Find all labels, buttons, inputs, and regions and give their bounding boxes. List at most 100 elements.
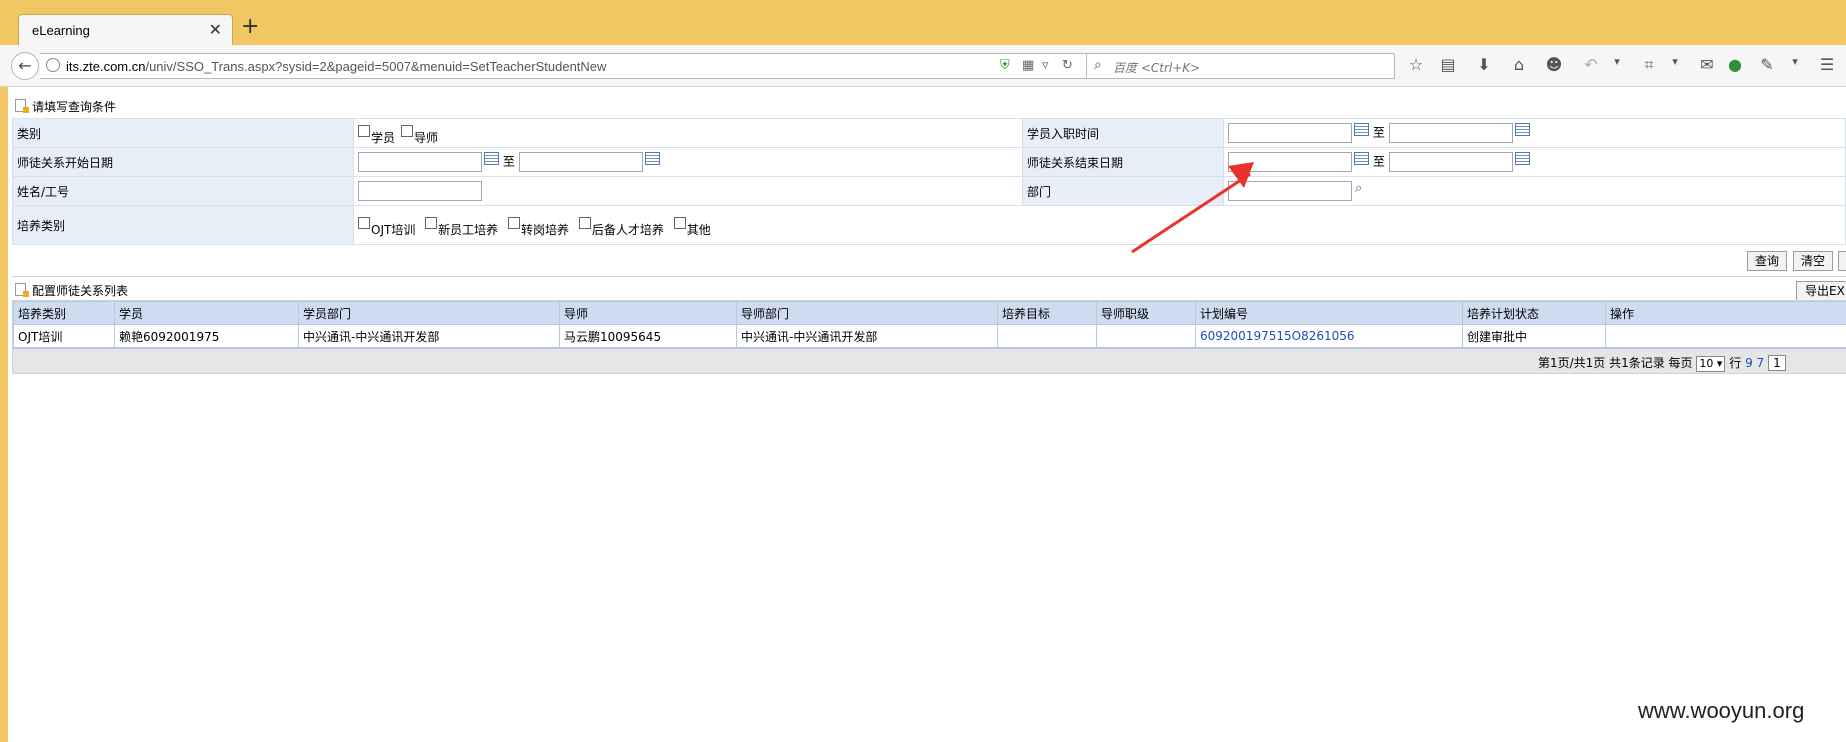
query-panel-title: 请填写查询条件 [32, 100, 117, 114]
button-bar [12, 246, 1846, 277]
to-label: 至 [1372, 125, 1385, 140]
home-icon[interactable]: ⌂ [1508, 55, 1530, 74]
join-time-to-input[interactable] [1388, 123, 1513, 143]
list-panel-title: 配置师徒关系列表 [32, 284, 129, 298]
arrow-shaft [1131, 172, 1251, 254]
crop-icon[interactable]: ⌗ [1638, 55, 1660, 75]
navigation-bar: ← its.zte.com.cn/univ/SSO_Trans.aspx?sys… [0, 45, 1846, 87]
pager-text: 第1页/共1页 共1条记录 每页 10 ▾ 行 9 7 1 [1538, 354, 1786, 372]
chevron-down-icon[interactable]: ▾ [1606, 55, 1628, 68]
query-button[interactable]: 查询 [1747, 251, 1787, 271]
checkbox-other[interactable] [673, 216, 686, 229]
column-header[interactable]: 学员 [114, 301, 299, 325]
checkbox-student[interactable] [358, 124, 370, 137]
opt-reserve-talent-label: 后备人才培养 [591, 222, 664, 237]
checkbox-mentor[interactable] [401, 124, 414, 137]
cell-training-type: OJT培训 [13, 324, 115, 348]
browser-tab[interactable]: eLearning ✕ [18, 14, 233, 45]
url-text: its.zte.com.cn/univ/SSO_Trans.aspx?sysid… [66, 59, 606, 74]
chat-icon[interactable]: ☻ [1543, 55, 1565, 74]
start-date-from-input[interactable] [358, 152, 482, 172]
calendar-icon[interactable] [1514, 123, 1530, 136]
calendar-icon[interactable] [1514, 152, 1530, 165]
calendar-icon[interactable] [644, 152, 660, 165]
label-category: 类别 [12, 118, 354, 148]
table-row[interactable]: OJT培训 赖艳6092001975 中兴通讯-中兴通讯开发部 马云鹏10095… [13, 324, 1846, 348]
reading-list-icon[interactable]: ▤ [1437, 55, 1459, 74]
name-input[interactable] [358, 181, 482, 201]
column-header[interactable]: 培养计划状态 [1462, 301, 1606, 325]
close-icon[interactable]: ✕ [209, 20, 222, 39]
menu-icon[interactable]: ☰ [1816, 55, 1838, 74]
column-header[interactable]: 学员部门 [298, 301, 560, 325]
new-tab-button[interactable]: + [241, 16, 259, 38]
column-header[interactable]: 导师职级 [1096, 301, 1196, 325]
column-header[interactable]: 导师部门 [736, 301, 998, 325]
form-icon [15, 99, 29, 113]
watermark: www.wooyun.org [1638, 698, 1805, 723]
more-button[interactable] [1838, 251, 1846, 271]
query-panel-header: 请填写查询条件 [12, 94, 1846, 118]
per-page-select[interactable]: 10 ▾ [1696, 356, 1726, 372]
list-panel-header: 配置师徒关系列表 [12, 278, 1846, 302]
bookmark-star-icon[interactable]: ☆ [1405, 55, 1427, 74]
start-date-to-input[interactable] [518, 152, 643, 172]
annotation-arrow [1131, 162, 1254, 254]
to-label: 至 [1372, 154, 1385, 169]
search-bar[interactable]: ⌕ 百度 <Ctrl+K> [1086, 53, 1395, 79]
page-number-input[interactable]: 1 [1768, 355, 1786, 371]
mouse-gesture-icon[interactable]: ✎ [1756, 55, 1778, 74]
checkbox-ojt[interactable] [358, 216, 370, 229]
pager-nav-links[interactable]: 9 7 [1745, 356, 1764, 370]
checkbox-reserve-talent[interactable] [578, 216, 591, 229]
end-date-to-input[interactable] [1388, 152, 1513, 172]
pager: 第1页/共1页 共1条记录 每页 10 ▾ 行 9 7 1 [13, 348, 1846, 373]
chevron-down-icon[interactable]: ▿ [1042, 58, 1049, 73]
calendar-icon[interactable] [1354, 152, 1369, 165]
opt-new-employee-label: 新员工培养 [438, 222, 499, 237]
cell-student: 赖艳6092001975 [114, 324, 299, 348]
back-button[interactable]: ← [11, 52, 39, 80]
chevron-down-icon[interactable]: ▾ [1664, 55, 1686, 68]
cell-goal [997, 324, 1097, 348]
column-header[interactable]: 计划编号 [1195, 301, 1463, 325]
table-header-row: 培养类别 学员 学员部门 导师 导师部门 培养目标 导师职级 计划编号 培养计划… [13, 301, 1846, 325]
speech-bubble-icon[interactable]: ✉ [1696, 55, 1718, 74]
extension-icon[interactable]: ● [1724, 55, 1746, 74]
column-header[interactable]: 操作 [1605, 301, 1846, 325]
magnifier-icon[interactable]: ⌕ [1355, 181, 1362, 196]
query-form: 类别 学员 导师 学员入职时间 至 师徒关系开始日期 至 师徒关系结束日期 至 姓… [12, 118, 1846, 245]
cell-plan-id: 609200197515O8261056 [1195, 324, 1463, 348]
clear-button[interactable]: 清空 [1793, 251, 1833, 271]
calendar-icon[interactable] [1354, 123, 1369, 136]
calendar-icon[interactable] [484, 152, 499, 165]
cell-mentor: 马云鹏10095645 [559, 324, 737, 348]
url-bar[interactable]: its.zte.com.cn/univ/SSO_Trans.aspx?sysid… [40, 53, 1088, 79]
column-header[interactable]: 培养目标 [997, 301, 1097, 325]
cell-mentor-level [1096, 324, 1196, 348]
site-info-icon[interactable] [46, 58, 60, 72]
plan-id-link[interactable]: 609200197515O8261056 [1200, 329, 1355, 343]
cell-mentor-dept: 中兴通讯-中兴通讯开发部 [736, 324, 998, 348]
label-start-date: 师徒关系开始日期 [12, 147, 354, 177]
results-table: 培养类别 学员 学员部门 导师 导师部门 培养目标 导师职级 计划编号 培养计划… [13, 301, 1846, 348]
export-excel-button[interactable]: 导出EX [1796, 281, 1846, 301]
qrcode-icon[interactable]: ▦ [1022, 58, 1034, 73]
cell-student-dept: 中兴通讯-中兴通讯开发部 [298, 324, 560, 348]
column-header[interactable]: 导师 [559, 301, 737, 325]
opt-student-label: 学员 [371, 130, 396, 145]
label-training-type: 培养类别 [12, 205, 354, 245]
join-time-from-input[interactable] [1228, 123, 1352, 143]
url-path: /univ/SSO_Trans.aspx?sysid=2&pageid=5007… [145, 59, 607, 74]
reload-icon[interactable]: ↻ [1062, 58, 1073, 73]
chevron-down-icon[interactable]: ▾ [1784, 55, 1806, 68]
undo-icon[interactable]: ↶ [1580, 55, 1602, 74]
download-icon[interactable]: ⬇ [1473, 55, 1495, 74]
checkbox-new-employee[interactable] [425, 216, 438, 229]
opt-other-label: 其他 [686, 222, 711, 237]
checkbox-transfer[interactable] [508, 216, 520, 229]
opt-transfer-label: 转岗培养 [521, 222, 570, 237]
list-icon [15, 283, 29, 297]
column-header[interactable]: 培养类别 [13, 301, 115, 325]
shield-icon[interactable]: ⛨ [1000, 58, 1010, 73]
